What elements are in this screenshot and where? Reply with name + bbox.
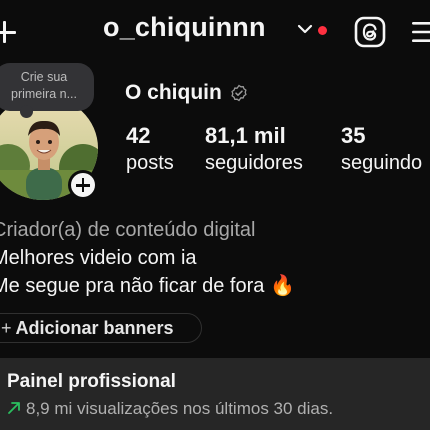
stat-posts-value: 42: [126, 123, 151, 148]
stat-followers[interactable]: 81,1 mil seguidores: [205, 122, 303, 176]
stat-following-label: seguindo: [341, 152, 423, 174]
stat-following[interactable]: 35 seguindo: [341, 122, 422, 176]
stat-followers-label: seguidores: [205, 152, 303, 174]
professional-dashboard-subtitle: 8,9 mi visualizações nos últimos 30 dias…: [7, 399, 333, 419]
profile-bio: Criador(a) de conteúdo digital Melhores …: [0, 216, 295, 300]
chevron-down-icon[interactable]: [297, 22, 313, 36]
create-note-bubble[interactable]: Crie sua primeira n...: [0, 63, 94, 118]
bio-category: Criador(a) de conteúdo digital: [0, 219, 256, 241]
views-summary: 8,9 mi visualizações nos últimos 30 dias…: [26, 399, 334, 418]
note-line-2: primeira n...: [11, 87, 77, 101]
profile-username[interactable]: o_chiquinnn: [103, 12, 266, 43]
display-name: O chiquin: [125, 81, 222, 104]
create-plus-icon[interactable]: [0, 12, 22, 52]
add-banners-button[interactable]: + Adicionar banners: [0, 313, 202, 343]
notification-dot: [318, 26, 327, 35]
plus-icon: [71, 173, 95, 197]
stat-followers-value: 81,1 mil: [205, 123, 286, 148]
threads-icon[interactable]: [354, 16, 386, 48]
verified-icon: [231, 84, 247, 102]
plus-icon: +: [1, 318, 12, 338]
stat-posts-label: posts: [126, 152, 174, 174]
stat-posts[interactable]: 42 posts: [126, 122, 174, 176]
add-story-button[interactable]: [68, 170, 98, 200]
menu-icon[interactable]: [412, 20, 430, 44]
stat-following-value: 35: [341, 123, 366, 148]
bio-line-2: Me segue pra não ficar de fora 🔥: [0, 275, 295, 297]
bio-line-1: Melhores videio com ia: [0, 247, 197, 269]
add-banners-label: Adicionar banners: [15, 318, 174, 338]
trend-up-icon: [8, 402, 20, 414]
professional-dashboard-title: Painel profissional: [7, 371, 176, 392]
note-line-1: Crie sua: [20, 70, 68, 84]
professional-dashboard[interactable]: Painel profissional 8,9 mi visualizações…: [0, 358, 430, 430]
